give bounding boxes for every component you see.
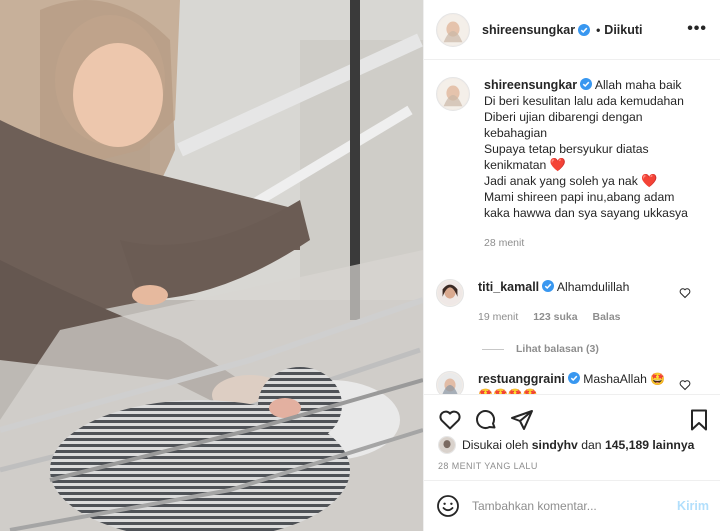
caption-line: Allah maha baik: [594, 78, 682, 92]
post-comment-button[interactable]: Kirim: [677, 499, 709, 513]
commenter-avatar[interactable]: [436, 371, 464, 394]
comments-section[interactable]: shireensungkar Allah maha baik Di beri k…: [424, 61, 720, 394]
bookmark-icon[interactable]: [687, 408, 711, 432]
emoji-smile-icon[interactable]: [436, 494, 460, 518]
verified-badge-icon: [567, 372, 580, 384]
comment-text: Alhamdulillah: [556, 280, 630, 294]
post-side-panel: shireensungkar • Diikuti ••• shireensung…: [423, 0, 720, 531]
follow-button[interactable]: Diikuti: [604, 23, 642, 37]
likes-prefix: Disukai oleh: [462, 438, 529, 452]
caption-line: Diberi ujian dibarengi dengan: [484, 110, 643, 124]
star-struck-emoji-row: 🤩🤩🤩🤩: [478, 387, 709, 394]
comment-like-icon[interactable]: [679, 287, 691, 302]
more-options-icon[interactable]: •••: [687, 21, 707, 37]
liker-username[interactable]: sindyhv: [532, 438, 578, 452]
heart-emoji: ❤️: [641, 173, 658, 188]
caption-line: kenikmatan: [484, 158, 547, 172]
reply-button[interactable]: Balas: [593, 311, 621, 323]
caption-author-avatar[interactable]: [436, 77, 470, 111]
likes-count[interactable]: 145,189 lainnya: [605, 438, 694, 452]
star-struck-emoji: 🤩: [650, 372, 666, 386]
heart-emoji: ❤️: [549, 157, 566, 172]
caption-line: Jadi anak yang soleh ya nak: [484, 174, 638, 188]
verified-badge-icon: [580, 78, 593, 90]
liker-avatar[interactable]: [438, 436, 456, 454]
caption-line: kaka hawwa dan sya sayang ukkasya: [484, 206, 688, 220]
post-header: shireensungkar • Diikuti •••: [424, 0, 720, 60]
caption-time[interactable]: 28 menit: [484, 237, 524, 249]
comment-likes-count[interactable]: 123 suka: [533, 311, 577, 323]
comment-input[interactable]: [472, 499, 678, 513]
post-photo[interactable]: [0, 0, 423, 531]
separator-dot: •: [596, 22, 601, 37]
post-photo-illustration: [0, 0, 423, 531]
caption: shireensungkar Allah maha baik Di beri k…: [436, 77, 709, 251]
comment-like-icon[interactable]: [679, 379, 691, 394]
share-icon[interactable]: [510, 408, 534, 432]
verified-badge-icon: [578, 23, 591, 36]
commenter-username[interactable]: restuanggraini: [478, 372, 565, 386]
author-avatar[interactable]: [436, 12, 470, 47]
post-timestamp[interactable]: 28 MENIT YANG LALU: [438, 461, 538, 471]
add-comment-bar: Kirim: [424, 480, 720, 531]
commenter-avatar[interactable]: [436, 279, 464, 307]
caption-username[interactable]: shireensungkar: [484, 78, 577, 92]
author-username[interactable]: shireensungkar: [482, 23, 575, 37]
post-actions: [424, 394, 720, 436]
view-replies-line: [482, 348, 504, 350]
comment-time[interactable]: 19 menit: [478, 311, 518, 323]
comment-item: restuanggraini MashaAllah 🤩 🤩🤩🤩🤩: [436, 371, 709, 394]
comment-text: MashaAllah: [583, 372, 647, 386]
likes-middle: dan: [581, 438, 602, 452]
comment-item: titi_kamall Alhamdulillah 19 menit 123 s…: [436, 279, 709, 325]
commenter-username[interactable]: titi_kamall: [478, 280, 539, 294]
caption-line: Mami shireen papi inu,abang adam: [484, 190, 675, 204]
caption-line: Supaya tetap bersyukur diatas: [484, 142, 649, 156]
caption-line: kebahagian: [484, 126, 548, 140]
verified-badge-icon: [542, 280, 555, 292]
likes-summary: Disukai oleh sindyhv dan 145,189 lainnya: [438, 436, 694, 454]
view-replies-button[interactable]: Lihat balasan (3): [482, 343, 709, 355]
view-replies-label: Lihat balasan (3): [516, 343, 599, 355]
comment-icon[interactable]: [474, 408, 498, 432]
like-icon[interactable]: [438, 408, 462, 432]
caption-line: Di beri kesulitan lalu ada kemudahan: [484, 94, 684, 108]
